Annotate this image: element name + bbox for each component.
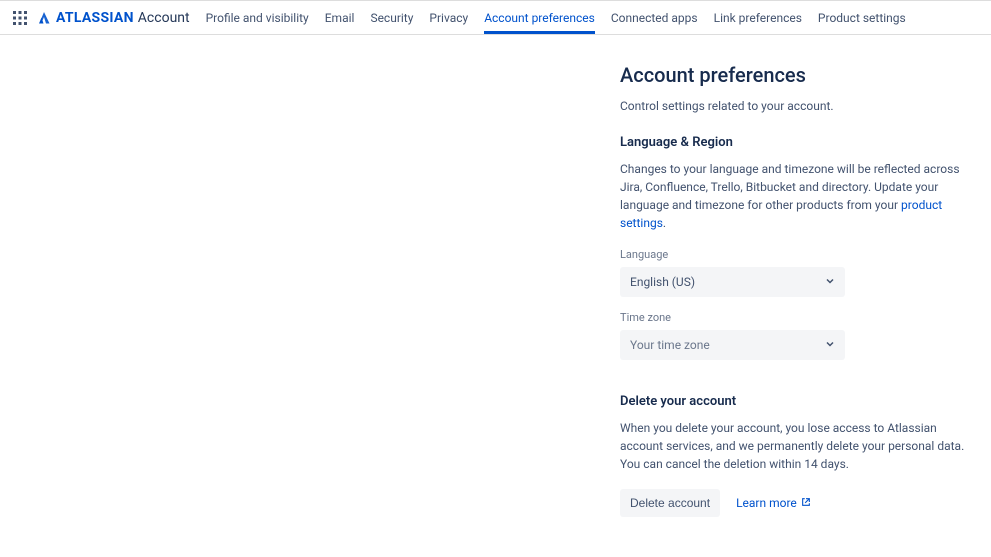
delete-account-desc: When you delete your account, you lose a… (620, 419, 970, 473)
chevron-down-icon (825, 337, 835, 353)
learn-more-label: Learn more (736, 496, 797, 510)
nav-privacy[interactable]: Privacy (429, 1, 468, 34)
page-title: Account preferences (620, 63, 970, 87)
nav-email[interactable]: Email (325, 1, 355, 34)
delete-account-section: Delete your account When you delete your… (620, 394, 970, 517)
lang-region-title: Language & Region (620, 135, 970, 150)
learn-more-link[interactable]: Learn more (736, 496, 811, 510)
language-select-value: English (US) (630, 275, 695, 289)
header: ATLASSIAN Account Profile and visibility… (0, 1, 991, 35)
app-switcher-icon[interactable] (12, 10, 28, 26)
nav-account-preferences[interactable]: Account preferences (484, 1, 595, 34)
brand-atlassian-text: ATLASSIAN (56, 10, 134, 26)
top-nav: Profile and visibility Email Security Pr… (206, 1, 906, 34)
language-select[interactable]: English (US) (620, 267, 845, 297)
delete-account-title: Delete your account (620, 394, 970, 409)
nav-connected-apps[interactable]: Connected apps (611, 1, 698, 34)
page-subtitle: Control settings related to your account… (620, 99, 970, 113)
external-link-icon (801, 496, 811, 510)
timezone-label: Time zone (620, 311, 970, 324)
delete-account-button[interactable]: Delete account (620, 489, 720, 517)
atlassian-logo-icon (36, 10, 52, 26)
timezone-select[interactable]: Your time zone (620, 330, 845, 360)
lang-region-desc-suffix: . (663, 216, 666, 230)
logo[interactable]: ATLASSIAN Account (36, 10, 190, 26)
brand-account-text: Account (138, 10, 190, 26)
lang-region-desc: Changes to your language and timezone wi… (620, 160, 970, 232)
nav-link-preferences[interactable]: Link preferences (714, 1, 802, 34)
timezone-select-placeholder: Your time zone (630, 338, 710, 352)
nav-product-settings[interactable]: Product settings (818, 1, 906, 34)
language-label: Language (620, 248, 970, 261)
chevron-down-icon (825, 274, 835, 290)
nav-security[interactable]: Security (370, 1, 413, 34)
nav-profile-visibility[interactable]: Profile and visibility (206, 1, 309, 34)
delete-action-row: Delete account Learn more (620, 489, 970, 517)
main-content: Account preferences Control settings rel… (620, 35, 970, 517)
